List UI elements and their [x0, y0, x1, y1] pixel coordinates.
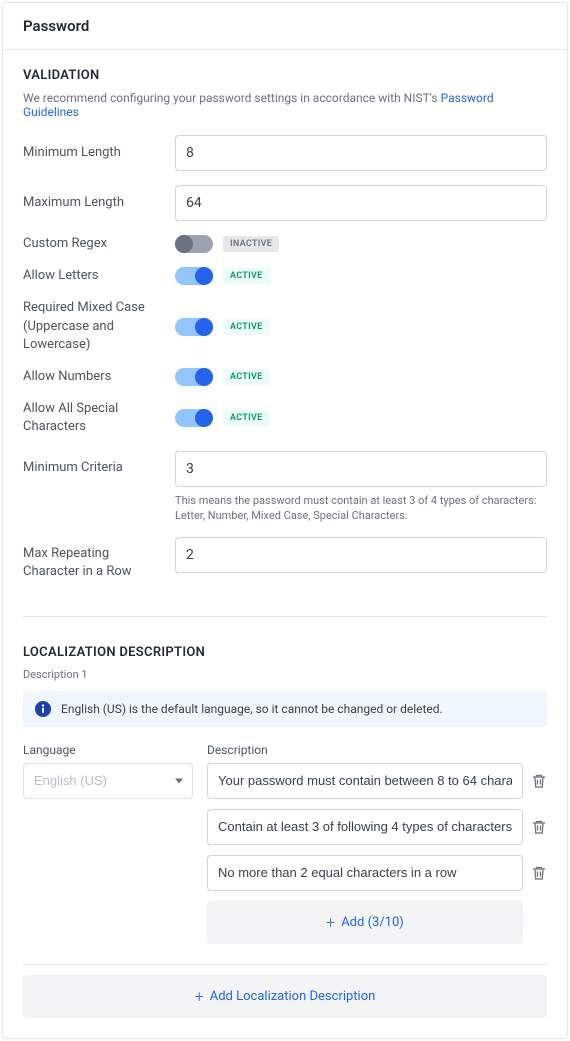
language-column: Language English (US) [23, 743, 193, 799]
allow-numbers-badge: ACTIVE [223, 369, 270, 385]
hint-text: We recommend configuring your password s… [23, 91, 441, 105]
description-label: Description [207, 743, 547, 757]
allow-numbers-row: Allow Numbers ACTIVE [23, 368, 547, 386]
allow-letters-toggle[interactable] [175, 267, 213, 285]
page-title: Password [23, 17, 547, 35]
min-length-label: Minimum Length [23, 144, 175, 162]
custom-regex-toggle[interactable] [175, 235, 213, 253]
mixed-case-row: Required Mixed Case (Uppercase and Lower… [23, 299, 547, 354]
section-divider [23, 616, 547, 617]
allow-special-row: Allow All Special Characters ACTIVE [23, 400, 547, 436]
allow-letters-badge: ACTIVE [223, 268, 270, 284]
trash-icon[interactable] [531, 773, 547, 789]
mixed-case-badge: ACTIVE [223, 319, 270, 335]
add-localization-label: Add Localization Description [210, 989, 376, 1004]
info-icon [35, 701, 51, 717]
trash-icon[interactable] [531, 865, 547, 881]
description-number: Description 1 [23, 668, 547, 681]
max-length-input[interactable] [175, 185, 547, 221]
allow-letters-row: Allow Letters ACTIVE [23, 267, 547, 285]
section-divider [23, 964, 547, 965]
allow-special-label: Allow All Special Characters [23, 400, 175, 436]
description-item [207, 763, 547, 799]
info-text: English (US) is the default language, so… [61, 702, 443, 716]
max-length-label: Maximum Length [23, 194, 175, 212]
language-select[interactable]: English (US) [23, 763, 193, 799]
description-input-2[interactable] [207, 809, 523, 845]
localization-section: LOCALIZATION DESCRIPTION Description 1 E… [3, 627, 567, 954]
description-input-1[interactable] [207, 763, 523, 799]
min-length-input[interactable] [175, 135, 547, 171]
validation-hint: We recommend configuring your password s… [23, 91, 547, 119]
max-repeat-label: Max Repeating Character in a Row [23, 537, 175, 581]
min-criteria-label: Minimum Criteria [23, 451, 175, 477]
add-description-button[interactable]: + Add (3/10) [207, 901, 523, 944]
validation-title: VALIDATION [23, 68, 547, 83]
card-header: Password [3, 3, 567, 50]
language-label: Language [23, 743, 193, 757]
plus-icon: + [326, 913, 335, 932]
localization-grid: Language English (US) Description [23, 743, 547, 944]
plus-icon: + [195, 987, 204, 1006]
custom-regex-label: Custom Regex [23, 235, 175, 253]
allow-numbers-label: Allow Numbers [23, 368, 175, 386]
custom-regex-badge: INACTIVE [223, 236, 279, 252]
mixed-case-toggle[interactable] [175, 318, 213, 336]
mixed-case-label: Required Mixed Case (Uppercase and Lower… [23, 299, 175, 354]
min-length-row: Minimum Length [23, 135, 547, 171]
validation-section: VALIDATION We recommend configuring your… [3, 50, 567, 606]
description-column: Description + Add (3/10) [207, 743, 547, 944]
password-settings-card: Password VALIDATION We recommend configu… [2, 2, 568, 1039]
allow-special-badge: ACTIVE [223, 410, 270, 426]
allow-letters-label: Allow Letters [23, 267, 175, 285]
max-length-row: Maximum Length [23, 185, 547, 221]
min-criteria-row: Minimum Criteria This means the password… [23, 451, 547, 524]
description-input-3[interactable] [207, 855, 523, 891]
description-item [207, 809, 547, 845]
max-repeat-row: Max Repeating Character in a Row [23, 537, 547, 581]
add-description-label: Add (3/10) [341, 915, 404, 930]
localization-title: LOCALIZATION DESCRIPTION [23, 645, 547, 660]
add-localization-button[interactable]: + Add Localization Description [23, 975, 547, 1018]
trash-icon[interactable] [531, 819, 547, 835]
allow-numbers-toggle[interactable] [175, 368, 213, 386]
min-criteria-input[interactable] [175, 451, 547, 487]
min-criteria-hint: This means the password must contain at … [175, 493, 547, 524]
info-banner: English (US) is the default language, so… [23, 691, 547, 727]
allow-special-toggle[interactable] [175, 409, 213, 427]
max-repeat-input[interactable] [175, 537, 547, 573]
custom-regex-row: Custom Regex INACTIVE [23, 235, 547, 253]
description-item [207, 855, 547, 891]
